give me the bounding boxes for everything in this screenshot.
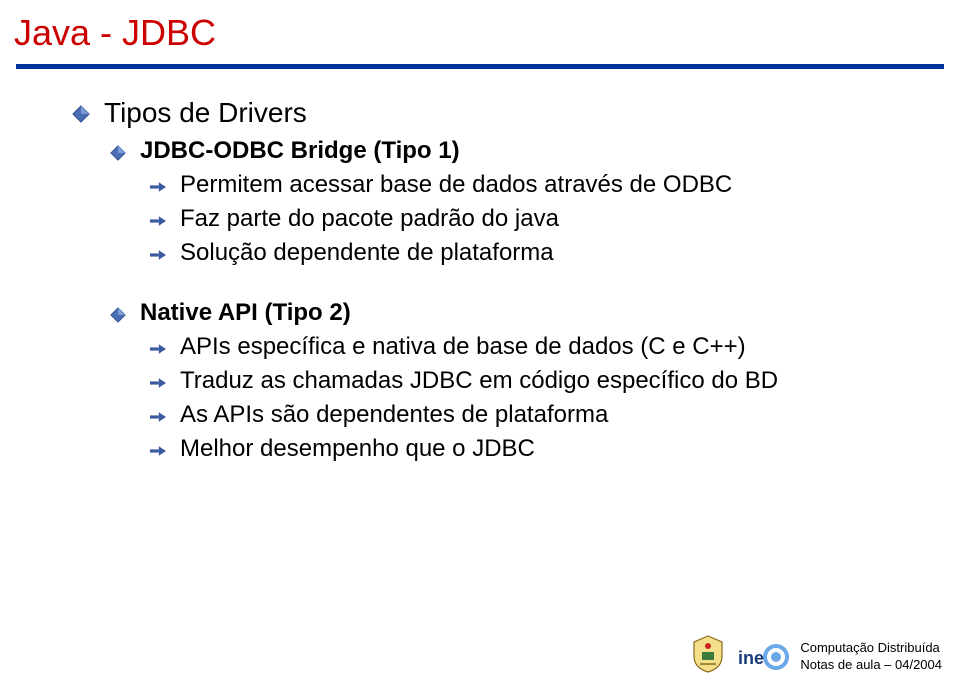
slide-content: Tipos de Drivers JDBC-ODBC Bridge (Tipo …	[0, 69, 960, 463]
arrow-bullet-icon	[150, 247, 166, 263]
bullet-text: Traduz as chamadas JDBC em código especí…	[180, 367, 778, 395]
bullet-text: JDBC-ODBC Bridge (Tipo 1)	[140, 137, 460, 165]
slide-footer: ine Computação Distribuída Notas de aula…	[690, 634, 942, 674]
diamond-bullet-icon	[72, 105, 90, 123]
bullet-level3: As APIs são dependentes de plataforma	[72, 401, 960, 429]
arrow-bullet-icon	[150, 375, 166, 391]
bullet-text: Faz parte do pacote padrão do java	[180, 205, 559, 233]
arrow-bullet-icon	[150, 213, 166, 229]
slide-title: Java - JDBC	[0, 0, 960, 54]
bullet-text: Melhor desempenho que o JDBC	[180, 435, 535, 463]
bullet-text: Tipos de Drivers	[104, 97, 307, 129]
footer-line1: Computação Distribuída	[800, 639, 942, 657]
bullet-level3: Melhor desempenho que o JDBC	[72, 435, 960, 463]
diamond-bullet-icon	[110, 145, 126, 161]
bullet-level3: Permitem acessar base de dados através d…	[72, 171, 960, 199]
bullet-level3: APIs específica e nativa de base de dado…	[72, 333, 960, 361]
bullet-level3: Traduz as chamadas JDBC em código especí…	[72, 367, 960, 395]
diamond-bullet-icon	[110, 307, 126, 323]
arrow-bullet-icon	[150, 443, 166, 459]
bullet-text: Native API (Tipo 2)	[140, 299, 351, 327]
footer-text: Computação Distribuída Notas de aula – 0…	[800, 639, 942, 674]
arrow-bullet-icon	[150, 179, 166, 195]
bullet-level3: Faz parte do pacote padrão do java	[72, 205, 960, 233]
bullet-level1: Tipos de Drivers	[72, 97, 960, 129]
bullet-level2: Native API (Tipo 2)	[72, 299, 960, 327]
ine-logo-icon: ine	[736, 640, 790, 674]
svg-text:ine: ine	[738, 648, 764, 668]
bullet-text: APIs específica e nativa de base de dado…	[180, 333, 746, 361]
footer-line2: Notas de aula – 04/2004	[800, 656, 942, 674]
bullet-level3: Solução dependente de plataforma	[72, 239, 960, 267]
arrow-bullet-icon	[150, 409, 166, 425]
bullet-level2: JDBC-ODBC Bridge (Tipo 1)	[72, 137, 960, 165]
bullet-text: Solução dependente de plataforma	[180, 239, 554, 267]
university-crest-icon	[690, 634, 726, 674]
bullet-text: As APIs são dependentes de plataforma	[180, 401, 608, 429]
arrow-bullet-icon	[150, 341, 166, 357]
bullet-text: Permitem acessar base de dados através d…	[180, 171, 732, 199]
